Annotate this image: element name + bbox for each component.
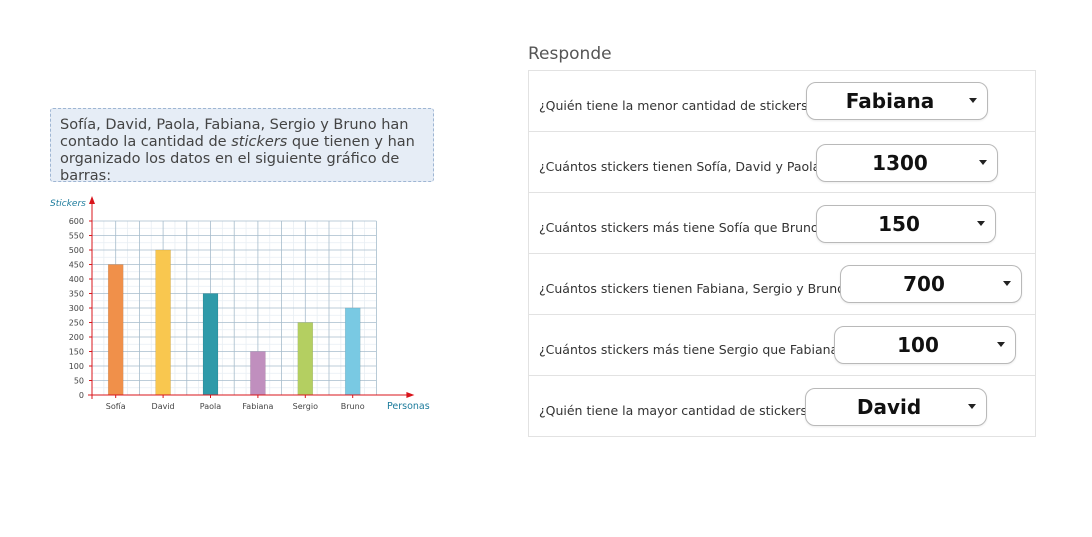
dropdown-arrow-icon [969,98,977,103]
answer-value: 700 [903,272,945,296]
y-tick-label: 500 [69,246,84,255]
y-tick-label: 400 [69,275,84,284]
y-tick-label: 550 [69,232,84,241]
y-tick-label: 50 [74,377,84,386]
question-row-2: ¿Cuántos stickers tienen Sofía, David y … [529,132,1035,193]
x-axis-title: Personas [387,401,430,412]
x-tick-label: David [152,402,175,411]
y-tick-label: 150 [69,348,84,357]
x-tick-label: Sofía [106,402,126,411]
problem-statement: Sofía, David, Paola, Fabiana, Sergio y B… [50,108,434,184]
problem-line-2-a: contado la cantidad de [60,134,232,150]
answer-select[interactable]: 1300 [816,144,998,182]
answer-value: David [856,395,922,419]
question-text: ¿Quién tiene la mayor cantidad de sticke… [539,403,814,418]
problem-line-2-c: que tienen y han [287,134,415,150]
answer-select[interactable]: 150 [816,205,996,243]
question-text: ¿Cuántos stickers tienen Sofía, David y … [539,159,827,174]
dropdown-arrow-icon [977,221,985,226]
answer-select[interactable]: 100 [834,326,1016,364]
x-tick-label: Paola [200,402,221,411]
dropdown-arrow-icon [968,404,976,409]
answer-value: 150 [878,212,920,236]
question-text: ¿Quién tiene la menor cantidad de sticke… [539,98,815,113]
question-text: ¿Cuántos stickers tienen Fabiana, Sergio… [539,281,852,296]
answer-value: Fabiana [845,89,935,113]
question-row-6: ¿Quién tiene la mayor cantidad de sticke… [529,376,1035,437]
question-text: ¿Cuántos stickers más tiene Sofía que Br… [539,220,826,235]
y-tick-label: 300 [69,304,84,313]
answer-select[interactable]: David [805,388,987,426]
bar-sergio [297,322,314,396]
y-axis-title: Stickers [50,199,86,209]
answer-value: 1300 [872,151,928,175]
y-tick-label: 450 [69,261,84,270]
bar-david [155,249,171,396]
question-row-3: ¿Cuántos stickers más tiene Sofía que Br… [529,193,1035,254]
y-axis-arrow-icon [89,196,95,204]
y-tick-label: 200 [69,333,84,342]
question-row-1: ¿Quién tiene la menor cantidad de sticke… [529,71,1035,132]
y-tick-label: 350 [69,290,84,299]
problem-line-3: organizado los datos en el siguiente grá… [60,151,400,184]
problem-line-1: Sofía, David, Paola, Fabiana, Sergio y B… [60,117,409,133]
dropdown-arrow-icon [997,342,1005,347]
section-title: Responde [528,44,612,64]
y-tick-label: 600 [69,217,84,226]
answers-panel: ¿Quién tiene la menor cantidad de sticke… [528,70,1036,437]
y-tick-label: 100 [69,362,84,371]
bar-fabiana [250,351,266,396]
answer-value: 100 [897,333,939,357]
bar-chart: 0 50 100 150 200 250 300 350 400 450 500 550 600 Sofí… [50,196,430,412]
y-tick-label: 0 [79,391,84,400]
x-axis-arrow-icon [406,392,415,398]
bar-sofía [107,264,124,396]
x-tick-label: Fabiana [242,402,273,411]
bar-paola [202,293,219,396]
question-row-4: ¿Cuántos stickers tienen Fabiana, Sergio… [529,254,1035,315]
answer-select[interactable]: 700 [840,265,1022,303]
answer-select[interactable]: Fabiana [806,82,988,120]
question-row-5: ¿Cuántos stickers más tiene Sergio que F… [529,315,1035,376]
problem-line-2-stickers: stickers [231,134,288,150]
question-text: ¿Cuántos stickers más tiene Sergio que F… [539,342,845,357]
dropdown-arrow-icon [1003,281,1011,286]
x-tick-label: Bruno [341,402,365,411]
x-tick-label: Sergio [293,402,318,411]
y-tick-label: 250 [69,319,84,328]
problem-line-2: contado la cantidad de stickers que tien… [60,134,425,151]
dropdown-arrow-icon [979,160,987,165]
bar-bruno [344,307,361,396]
